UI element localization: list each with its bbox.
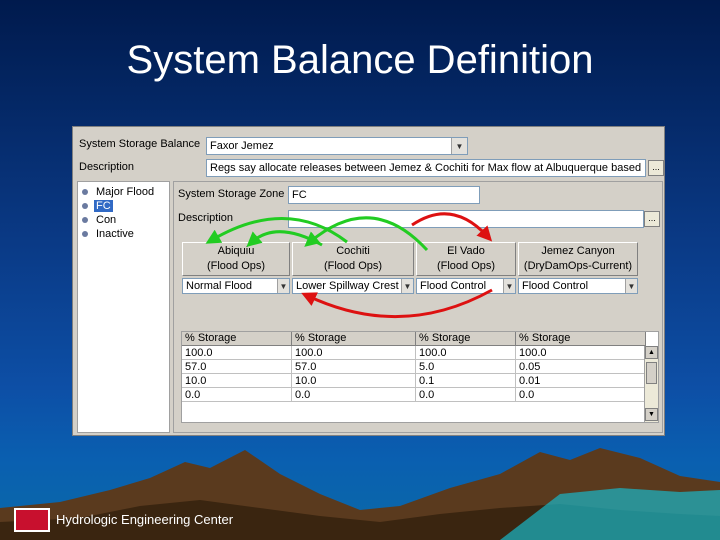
relationship-arrows: [205, 212, 493, 319]
table-cell[interactable]: 0.0: [516, 388, 646, 402]
table-cell[interactable]: 0.05: [516, 360, 646, 374]
table-cell[interactable]: 100.0: [292, 346, 416, 360]
description-field[interactable]: Regs say allocate releases between Jemez…: [206, 159, 646, 177]
chevron-down-icon[interactable]: ▼: [451, 138, 467, 154]
description-ellipsis-button[interactable]: ...: [648, 160, 664, 176]
slide-title: System Balance Definition: [126, 38, 594, 82]
table-cell[interactable]: 57.0: [182, 360, 292, 374]
red-arrow: [301, 288, 493, 319]
storage-balance-label: System Storage Balance: [79, 138, 201, 150]
red-arrow: [411, 212, 493, 242]
scroll-thumb[interactable]: [646, 362, 657, 384]
storage-table: % Storage % Storage % Storage % Storage …: [181, 331, 659, 423]
table-cell[interactable]: 100.0: [416, 346, 516, 360]
table-cell[interactable]: 0.1: [416, 374, 516, 388]
table-cell[interactable]: 0.0: [416, 388, 516, 402]
scroll-up-icon[interactable]: ▲: [645, 346, 658, 359]
castle-logo-icon: [14, 508, 50, 532]
table-cell[interactable]: 100.0: [182, 346, 292, 360]
description-label: Description: [79, 161, 135, 173]
table-scrollbar[interactable]: ▲ ▼: [644, 346, 658, 422]
table-cell[interactable]: 0.0: [292, 388, 416, 402]
green-arrow: [304, 216, 429, 252]
table-cell[interactable]: 0.01: [516, 374, 646, 388]
table-cell[interactable]: 57.0: [292, 360, 416, 374]
footer-text: Hydrologic Engineering Center: [56, 512, 234, 527]
table-cell[interactable]: 0.0: [182, 388, 292, 402]
table-cell[interactable]: 10.0: [182, 374, 292, 388]
storage-balance-combo[interactable]: Faxor Jemez ▼: [206, 137, 468, 155]
table-cell[interactable]: 100.0: [516, 346, 646, 360]
storage-balance-value: Faxor Jemez: [210, 140, 274, 152]
table-cell[interactable]: 10.0: [292, 374, 416, 388]
description-value: Regs say allocate releases between Jemez…: [210, 162, 642, 174]
scroll-down-icon[interactable]: ▼: [645, 408, 658, 421]
green-arrow: [246, 230, 323, 247]
table-cell[interactable]: 5.0: [416, 360, 516, 374]
